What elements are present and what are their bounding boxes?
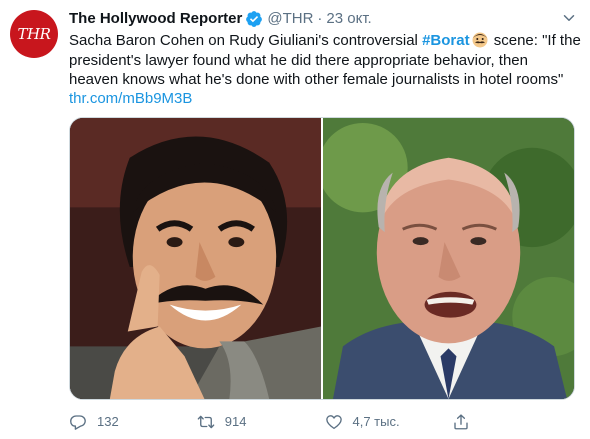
- tweet-header: The Hollywood Reporter @THR · 23 окт.: [69, 9, 580, 29]
- media-grid[interactable]: [69, 117, 575, 400]
- tweet-timestamp[interactable]: 23 окт.: [326, 9, 371, 29]
- giuliani-portrait-image: [322, 118, 574, 399]
- like-count: 4,7 тыс.: [352, 414, 400, 429]
- verified-badge-icon: [246, 11, 263, 27]
- author-avatar[interactable]: THR: [10, 10, 58, 58]
- reply-button[interactable]: 132: [69, 413, 197, 431]
- share-button[interactable]: [452, 413, 580, 431]
- retweet-count: 914: [224, 414, 247, 429]
- more-options-button[interactable]: [558, 7, 580, 29]
- like-button[interactable]: 4,7 тыс.: [325, 413, 453, 431]
- hashtag-link[interactable]: #Borat: [422, 32, 470, 49]
- tweet-link[interactable]: thr.com/mBb9M3B: [69, 89, 192, 108]
- media-image-left[interactable]: [70, 118, 321, 399]
- tweet-actions: 132 914 4,7 тыс.: [69, 410, 580, 434]
- tweet-text-part1: Sacha Baron Cohen on Rudy Giuliani's con…: [69, 32, 423, 49]
- author-handle[interactable]: @THR: [267, 9, 313, 29]
- borat-portrait-image: [70, 118, 321, 399]
- tweet[interactable]: THR The Hollywood Reporter @THR · 23 окт…: [0, 0, 590, 439]
- separator-dot: ·: [317, 10, 323, 27]
- media-image-right[interactable]: [322, 118, 574, 399]
- retweet-icon: [197, 415, 215, 429]
- reply-count: 132: [97, 414, 119, 429]
- reply-icon: [70, 415, 86, 430]
- author-name[interactable]: The Hollywood Reporter: [69, 9, 242, 29]
- retweet-button[interactable]: 914: [197, 413, 325, 431]
- avatar-logo-text: THR: [17, 25, 51, 43]
- tweet-text: Sacha Baron Cohen on Rudy Giuliani's con…: [69, 31, 581, 90]
- share-icon: [454, 414, 468, 430]
- mustache-face-emoji-icon: [472, 32, 488, 48]
- heart-icon: [325, 415, 342, 430]
- chevron-down-icon: [563, 15, 575, 21]
